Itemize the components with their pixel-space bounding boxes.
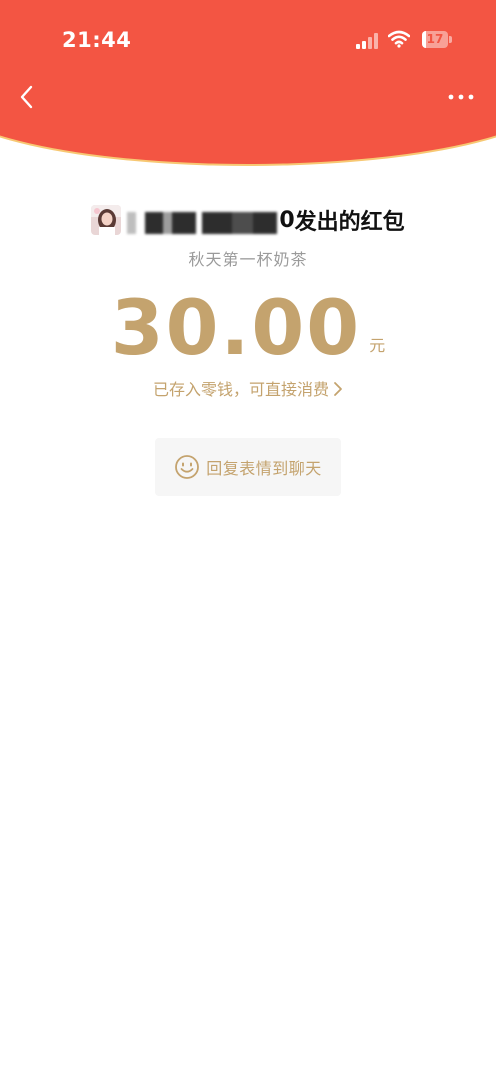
red-packet-detail-screen: 21:44 17 0 发出的红包 秋天第一杯奶茶 30.00 元 已存入零钱，可… (0, 0, 496, 1080)
sender-name-visible: 0 (279, 207, 295, 233)
battery-cap (449, 36, 452, 43)
sender-suffix: 发出的红包 (294, 210, 405, 235)
wifi-icon (388, 30, 410, 48)
greeting-message: 秋天第一杯奶茶 (188, 250, 308, 269)
battery-icon: 17 (422, 31, 452, 48)
saved-to-change-link[interactable]: 已存入零钱，可直接消费 (0, 376, 496, 400)
saved-to-change-label: 已存入零钱，可直接消费 (152, 380, 329, 399)
more-button[interactable] (444, 84, 478, 110)
reply-button-label: 回复表情到聊天 (206, 459, 322, 478)
currency-unit: 元 (369, 336, 386, 355)
avatar-image (91, 205, 122, 235)
chevron-left-icon (20, 85, 33, 109)
amount-row: 30.00 元 (0, 286, 496, 370)
more-dots-icon (448, 94, 474, 100)
amount-value: 30.00 (110, 283, 362, 372)
avatar[interactable] (91, 205, 122, 235)
sender-name: 0 (127, 207, 295, 234)
battery-body: 17 (422, 31, 448, 48)
status-time: 21:44 (62, 28, 132, 52)
name-redaction-mask (127, 211, 278, 234)
reply-emoji-button[interactable]: 回复表情到聊天 (155, 438, 341, 496)
signal-icon (356, 33, 380, 49)
battery-level: 17 (426, 32, 444, 46)
sender-row: 0 发出的红包 (0, 204, 496, 236)
back-button[interactable] (12, 80, 44, 114)
smile-icon (175, 455, 200, 479)
status-bar: 21:44 17 (0, 0, 496, 80)
chevron-right-icon (334, 382, 342, 396)
